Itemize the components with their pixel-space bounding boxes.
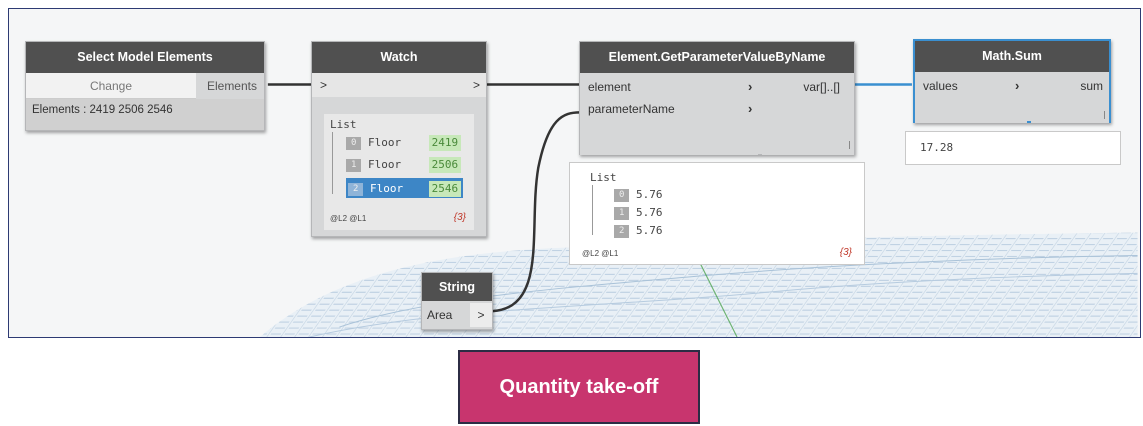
- parameter-name-input-port[interactable]: parameterName: [580, 97, 675, 121]
- watch-node[interactable]: Watch > > List 0 Floor 2419 1 Floor 2506…: [311, 41, 487, 237]
- node-title: Element.GetParameterValueByName: [580, 42, 854, 73]
- resize-grip[interactable]: [849, 141, 850, 149]
- get-parameter-value-node[interactable]: Element.GetParameterValueByName element …: [579, 41, 855, 155]
- item-value: 2506: [428, 157, 462, 173]
- item-name: Floor: [368, 158, 402, 171]
- values-input-port[interactable]: values: [915, 74, 958, 98]
- list-item: 1 5.76: [614, 205, 663, 221]
- sum-result-bubble: 17.28: [905, 131, 1121, 165]
- item-name: Floor: [368, 136, 402, 149]
- string-output-port[interactable]: >: [470, 303, 492, 327]
- chevron-right-icon: ›: [748, 101, 753, 116]
- select-model-elements-node[interactable]: Select Model Elements Change Elements El…: [25, 41, 265, 131]
- list-label: List: [330, 118, 357, 131]
- watch-list-preview: List 0 Floor 2419 1 Floor 2506 2 Floor 2…: [324, 114, 474, 230]
- list-item: 2 5.76: [614, 223, 663, 239]
- item-name: Floor: [370, 182, 404, 195]
- item-index: 2: [614, 224, 630, 238]
- node-title: String: [422, 273, 492, 301]
- chevron-right-icon: ›: [748, 79, 753, 94]
- item-value: 5.76: [636, 188, 663, 201]
- list-levels: @L2 @L1: [330, 214, 367, 223]
- list-item: 1 Floor 2506: [346, 156, 462, 174]
- math-sum-node[interactable]: Math.Sum values › sum: [913, 39, 1111, 123]
- var-output-port[interactable]: var[]..[]: [803, 75, 846, 99]
- list-item-selected[interactable]: 2 Floor 2546: [346, 178, 464, 198]
- item-index: 1: [614, 206, 630, 220]
- string-value-input[interactable]: Area: [422, 301, 468, 329]
- watch-input-port[interactable]: >: [312, 73, 327, 97]
- sum-output-port[interactable]: sum: [1080, 74, 1109, 98]
- list-item: 0 5.76: [614, 187, 663, 203]
- list-item: 0 Floor 2419: [346, 134, 462, 152]
- sum-result-value: 17.28: [920, 141, 954, 154]
- node-title: Watch: [312, 42, 486, 73]
- item-index: 0: [346, 136, 362, 150]
- list-count: {3}: [839, 247, 852, 258]
- watch-output-port[interactable]: >: [473, 73, 486, 97]
- chevron-right-icon: ›: [1015, 78, 1020, 93]
- item-value: 5.76: [636, 224, 663, 237]
- resize-grip[interactable]: [1104, 111, 1105, 119]
- dynamo-canvas[interactable]: Select Model Elements Change Elements El…: [8, 8, 1141, 338]
- get-parameter-preview-bubble: List 0 5.76 1 5.76 2 5.76 @L2 @L1 {3}: [569, 162, 865, 265]
- list-label: List: [590, 171, 617, 184]
- string-node[interactable]: String Area >: [421, 272, 493, 330]
- elements-output-port[interactable]: Elements: [201, 73, 263, 99]
- list-levels: @L2 @L1: [582, 249, 619, 258]
- item-value: 2419: [428, 135, 462, 151]
- item-index: 1: [346, 158, 362, 172]
- node-title: Math.Sum: [915, 41, 1109, 72]
- quantity-takeoff-caption: Quantity take-off: [458, 350, 700, 424]
- tree-line: [332, 132, 333, 194]
- item-index: 2: [348, 182, 364, 196]
- selection-status-text: Elements : 2419 2506 2546: [26, 99, 264, 130]
- change-button[interactable]: Change: [26, 73, 196, 99]
- item-value: 5.76: [636, 206, 663, 219]
- tree-line: [592, 185, 593, 235]
- item-value: 2546: [428, 181, 462, 197]
- element-input-port[interactable]: element: [580, 75, 631, 99]
- node-title: Select Model Elements: [26, 42, 264, 73]
- list-count: {3}: [453, 212, 466, 223]
- item-index: 0: [614, 188, 630, 202]
